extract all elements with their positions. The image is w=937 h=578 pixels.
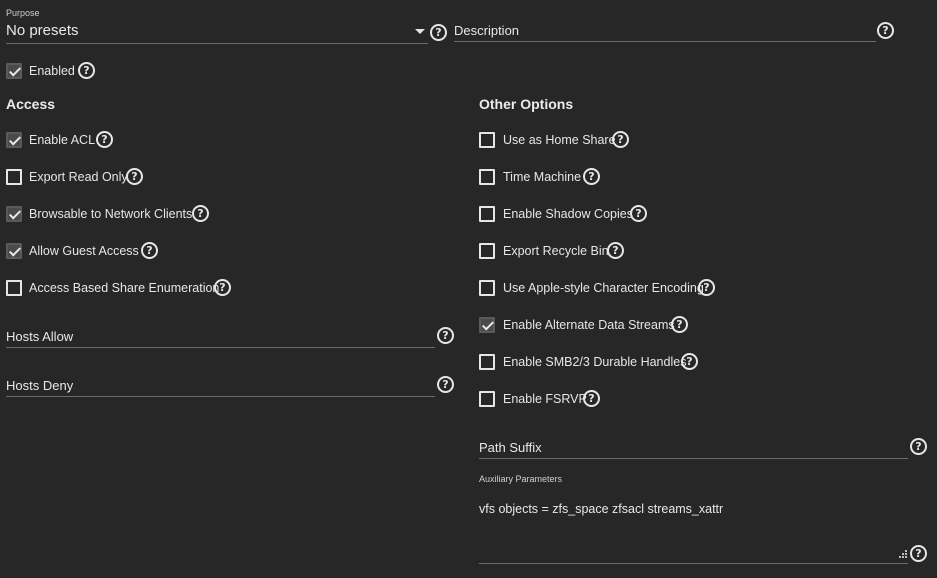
- hosts-deny-input[interactable]: Hosts Deny: [6, 378, 73, 393]
- help-icon[interactable]: ?: [612, 131, 629, 148]
- alt-data-streams-label: Enable Alternate Data Streams: [503, 318, 675, 332]
- fsrvp-label: Enable FSRVP: [503, 392, 587, 406]
- time-machine-checkbox[interactable]: [479, 169, 495, 185]
- help-icon[interactable]: ?: [192, 205, 209, 222]
- hosts-deny-underline: [6, 396, 435, 397]
- aux-params-underline: [479, 563, 908, 564]
- path-suffix-input[interactable]: Path Suffix: [479, 440, 542, 455]
- shadow-copies-checkbox[interactable]: [479, 206, 495, 222]
- enabled-label: Enabled: [29, 64, 75, 78]
- allow-guest-label: Allow Guest Access: [29, 244, 139, 258]
- help-icon[interactable]: ?: [96, 131, 113, 148]
- durable-handles-label: Enable SMB2/3 Durable Handles: [503, 355, 687, 369]
- shadow-copies-label: Enable Shadow Copies: [503, 207, 633, 221]
- help-icon[interactable]: ?: [681, 353, 698, 370]
- enable-acl-checkbox[interactable]: [6, 132, 22, 148]
- help-icon[interactable]: ?: [671, 316, 688, 333]
- abse-checkbox[interactable]: [6, 280, 22, 296]
- chevron-down-icon[interactable]: [415, 29, 425, 34]
- access-section-title: Access: [6, 96, 56, 112]
- check-icon: [8, 207, 22, 220]
- check-icon: [8, 133, 22, 146]
- apple-encoding-label: Use Apple-style Character Encoding: [503, 281, 704, 295]
- abse-label: Access Based Share Enumeration: [29, 281, 220, 295]
- alt-data-streams-checkbox[interactable]: [479, 317, 495, 333]
- help-icon[interactable]: ?: [583, 390, 600, 407]
- fsrvp-checkbox[interactable]: [479, 391, 495, 407]
- other-options-section-title: Other Options: [479, 96, 574, 112]
- enable-acl-label: Enable ACL: [29, 133, 96, 147]
- allow-guest-checkbox[interactable]: [6, 243, 22, 259]
- help-icon[interactable]: ?: [437, 376, 454, 393]
- help-icon[interactable]: ?: [126, 168, 143, 185]
- help-icon[interactable]: ?: [630, 205, 647, 222]
- help-icon[interactable]: ?: [214, 279, 231, 296]
- home-share-label: Use as Home Share: [503, 133, 616, 147]
- help-icon[interactable]: ?: [698, 279, 715, 296]
- help-icon[interactable]: ?: [437, 327, 454, 344]
- help-icon[interactable]: ?: [910, 545, 927, 562]
- help-icon[interactable]: ?: [141, 242, 158, 259]
- aux-params-textarea[interactable]: vfs objects = zfs_space zfsacl streams_x…: [479, 502, 723, 516]
- enabled-checkbox[interactable]: [6, 63, 22, 79]
- description-input[interactable]: Description: [454, 23, 519, 38]
- browsable-label: Browsable to Network Clients: [29, 207, 193, 221]
- aux-params-label: Auxiliary Parameters: [479, 474, 563, 484]
- help-icon[interactable]: ?: [583, 168, 600, 185]
- purpose-label: Purpose: [6, 8, 40, 18]
- description-underline: [454, 41, 876, 42]
- recycle-bin-label: Export Recycle Bin: [503, 244, 609, 258]
- help-icon[interactable]: ?: [430, 24, 447, 41]
- help-icon[interactable]: ?: [607, 242, 624, 259]
- export-read-only-checkbox[interactable]: [6, 169, 22, 185]
- resize-grip-icon[interactable]: [897, 550, 907, 558]
- durable-handles-checkbox[interactable]: [479, 354, 495, 370]
- export-read-only-label: Export Read Only: [29, 170, 128, 184]
- help-icon[interactable]: ?: [910, 438, 927, 455]
- hosts-allow-underline: [6, 347, 435, 348]
- purpose-underline: [6, 43, 428, 44]
- path-suffix-underline: [479, 458, 908, 459]
- home-share-checkbox[interactable]: [479, 132, 495, 148]
- help-icon[interactable]: ?: [78, 62, 95, 79]
- help-icon[interactable]: ?: [877, 22, 894, 39]
- browsable-checkbox[interactable]: [6, 206, 22, 222]
- time-machine-label: Time Machine: [503, 170, 582, 184]
- purpose-select[interactable]: No presets: [6, 22, 79, 39]
- check-icon: [481, 318, 495, 331]
- apple-encoding-checkbox[interactable]: [479, 280, 495, 296]
- check-icon: [8, 64, 22, 77]
- check-icon: [8, 244, 22, 257]
- recycle-bin-checkbox[interactable]: [479, 243, 495, 259]
- hosts-allow-input[interactable]: Hosts Allow: [6, 329, 73, 344]
